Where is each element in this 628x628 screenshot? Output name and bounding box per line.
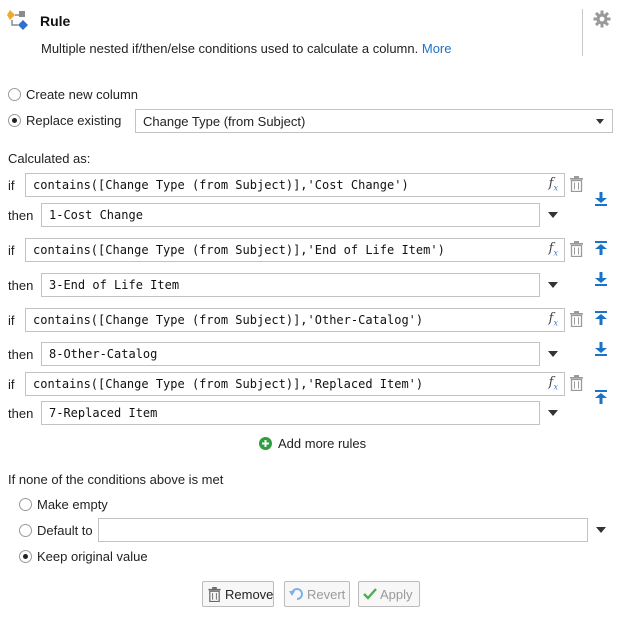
trash-icon[interactable] xyxy=(570,375,583,392)
rule-2-result-input[interactable]: 3-End of Life Item xyxy=(41,273,540,297)
panel-title: Rule xyxy=(40,13,71,29)
fallback-heading: If none of the conditions above is met xyxy=(8,472,224,487)
chevron-down-icon[interactable] xyxy=(548,410,558,416)
rule-3-result-text: 8-Other-Catalog xyxy=(49,347,158,361)
default-to-radio[interactable] xyxy=(19,524,32,537)
trash-icon[interactable] xyxy=(570,176,583,193)
create-new-column-radio[interactable] xyxy=(8,88,21,101)
move-to-top-icon[interactable] xyxy=(595,311,607,325)
rule-icon xyxy=(7,8,29,30)
calculated-as-label: Calculated as: xyxy=(8,151,91,166)
add-more-rules-label: Add more rules xyxy=(278,436,367,451)
rule-3-condition-input[interactable]: contains([Change Type (from Subject)],'O… xyxy=(25,308,565,332)
trash-icon[interactable] xyxy=(570,311,583,328)
checkmark-icon xyxy=(363,588,377,603)
rule-2-result-text: 3-End of Life Item xyxy=(49,278,180,292)
if-keyword: if xyxy=(8,377,15,392)
undo-icon xyxy=(289,588,303,603)
fx-icon[interactable]: fx xyxy=(549,176,558,193)
if-keyword: if xyxy=(8,243,15,258)
move-down-icon[interactable] xyxy=(595,192,607,206)
panel-description: Multiple nested if/then/else conditions … xyxy=(41,41,451,56)
remove-button-label: Remove xyxy=(225,587,274,602)
rule-1-condition-input[interactable]: contains([Change Type (from Subject)],'C… xyxy=(25,173,565,197)
move-down-icon[interactable] xyxy=(595,342,607,356)
replace-existing-label[interactable]: Replace existing xyxy=(26,113,121,128)
rule-4-condition-text: contains([Change Type (from Subject)],'R… xyxy=(33,377,424,391)
trash-icon xyxy=(208,587,221,605)
trash-icon[interactable] xyxy=(570,241,583,258)
fx-icon[interactable]: fx xyxy=(549,375,558,392)
revert-button[interactable]: Revert xyxy=(284,581,350,607)
more-link[interactable]: More xyxy=(422,41,452,56)
then-keyword: then xyxy=(8,347,34,362)
rule-1-result-input[interactable]: 1-Cost Change xyxy=(41,203,540,227)
keep-original-label[interactable]: Keep original value xyxy=(37,549,148,564)
rule-3-result-input[interactable]: 8-Other-Catalog xyxy=(41,342,540,366)
move-down-icon[interactable] xyxy=(595,272,607,286)
rule-1-condition-text: contains([Change Type (from Subject)],'C… xyxy=(33,178,409,192)
fx-icon[interactable]: fx xyxy=(549,241,558,258)
chevron-down-icon[interactable] xyxy=(548,282,558,288)
rule-4-condition-input[interactable]: contains([Change Type (from Subject)],'R… xyxy=(25,372,565,396)
if-keyword: if xyxy=(8,178,15,193)
then-keyword: then xyxy=(8,278,34,293)
rule-1-result-text: 1-Cost Change xyxy=(49,208,143,222)
then-keyword: then xyxy=(8,208,34,223)
make-empty-radio[interactable] xyxy=(19,498,32,511)
apply-button[interactable]: Apply xyxy=(358,581,420,607)
chevron-down-icon[interactable] xyxy=(548,212,558,218)
description-text: Multiple nested if/then/else conditions … xyxy=(41,41,419,56)
move-to-top-icon[interactable] xyxy=(595,241,607,255)
default-to-input[interactable] xyxy=(98,518,588,542)
rule-2-condition-text: contains([Change Type (from Subject)],'E… xyxy=(33,243,445,257)
replace-column-select[interactable]: Change Type (from Subject) xyxy=(135,109,613,133)
rule-3-condition-text: contains([Change Type (from Subject)],'O… xyxy=(33,313,424,327)
revert-button-label: Revert xyxy=(307,587,346,602)
default-to-label[interactable]: Default to xyxy=(37,523,93,538)
rule-4-result-text: 7-Replaced Item xyxy=(49,406,158,420)
rule-2-condition-input[interactable]: contains([Change Type (from Subject)],'E… xyxy=(25,238,565,262)
chevron-down-icon[interactable] xyxy=(548,351,558,357)
rule-4-result-input[interactable]: 7-Replaced Item xyxy=(41,401,540,425)
header-divider xyxy=(582,9,583,56)
create-new-column-label[interactable]: Create new column xyxy=(26,87,138,102)
replace-column-value: Change Type (from Subject) xyxy=(143,114,306,129)
chevron-down-icon[interactable] xyxy=(596,527,606,533)
apply-button-label: Apply xyxy=(380,587,413,602)
then-keyword: then xyxy=(8,406,34,421)
make-empty-label[interactable]: Make empty xyxy=(37,497,108,512)
chevron-down-icon xyxy=(596,119,604,124)
fx-icon[interactable]: fx xyxy=(549,311,558,328)
plus-circle-icon xyxy=(259,437,272,450)
if-keyword: if xyxy=(8,313,15,328)
gear-icon[interactable] xyxy=(593,10,611,28)
replace-existing-radio[interactable] xyxy=(8,114,21,127)
keep-original-radio[interactable] xyxy=(19,550,32,563)
move-to-top-icon[interactable] xyxy=(595,390,607,404)
remove-button[interactable]: Remove xyxy=(202,581,274,607)
